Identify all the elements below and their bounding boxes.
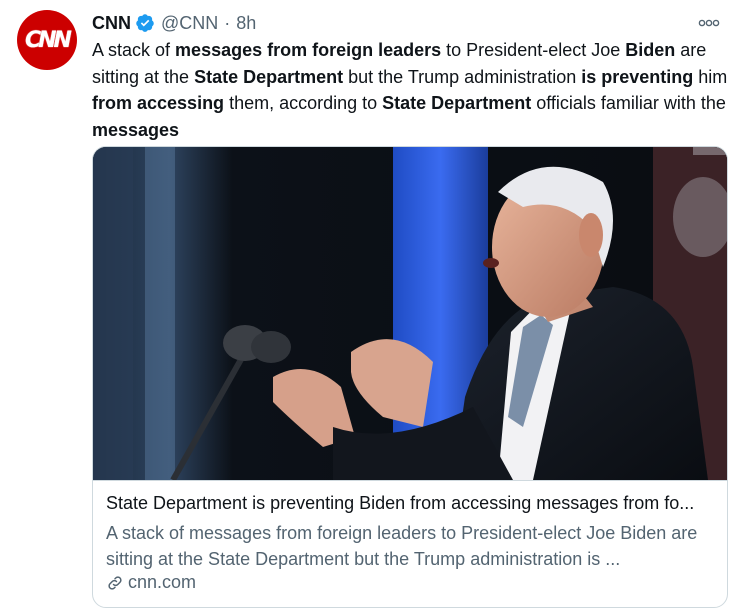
cnn-logo: CNN <box>25 27 72 53</box>
tweet-text-run: officials familiar with the <box>531 93 726 113</box>
author-handle[interactable]: @CNN <box>161 13 218 34</box>
card-image[interactable] <box>93 147 727 480</box>
separator: · <box>224 12 231 33</box>
tweet-text-bold: is preventing <box>581 66 694 87</box>
card-description: A stack of messages from foreign leaders… <box>106 523 698 569</box>
more-options-icon <box>698 19 720 27</box>
tweet-text-bold: messages <box>92 119 180 140</box>
tweet-text-run: A stack of <box>92 40 176 60</box>
author-name[interactable]: CNN <box>92 13 131 34</box>
tweet-text-run: them, according to <box>224 93 383 113</box>
tweet-text-bold: from accessing <box>92 93 225 113</box>
tweet-text: A stack of messages from foreign leaders… <box>92 37 732 143</box>
tweet-text-run: to President-elect Joe <box>441 40 626 60</box>
tweet-text-bold: Biden <box>625 40 676 60</box>
link-icon <box>108 575 122 590</box>
card-domain-label: cnn.com <box>128 572 197 592</box>
card-domain[interactable]: cnn.com <box>106 572 196 593</box>
tweet-text-bold: State Department <box>194 66 344 87</box>
more-options-button[interactable] <box>696 12 722 34</box>
tweet-text-bold: messages from foreign leaders <box>175 40 442 60</box>
card-title[interactable]: State Department is preventing Biden fro… <box>106 493 716 514</box>
speaker-photo <box>93 147 727 480</box>
tweet-text-run: him <box>693 66 728 87</box>
tweet-text-bold: State Department <box>382 93 532 113</box>
card-divider <box>93 480 727 481</box>
tweet-header: CNN @CNN · 8h <box>92 10 256 36</box>
tweet[interactable]: CNN CNN @CNN · 8h A stack of messages fr… <box>0 0 735 611</box>
verified-badge-icon <box>136 14 154 32</box>
link-card[interactable]: State Department is preventing Biden fro… <box>92 146 728 608</box>
avatar[interactable]: CNN <box>17 10 77 70</box>
tweet-text-run: but the Trump administration <box>343 66 582 87</box>
timestamp[interactable]: 8h <box>236 13 256 34</box>
